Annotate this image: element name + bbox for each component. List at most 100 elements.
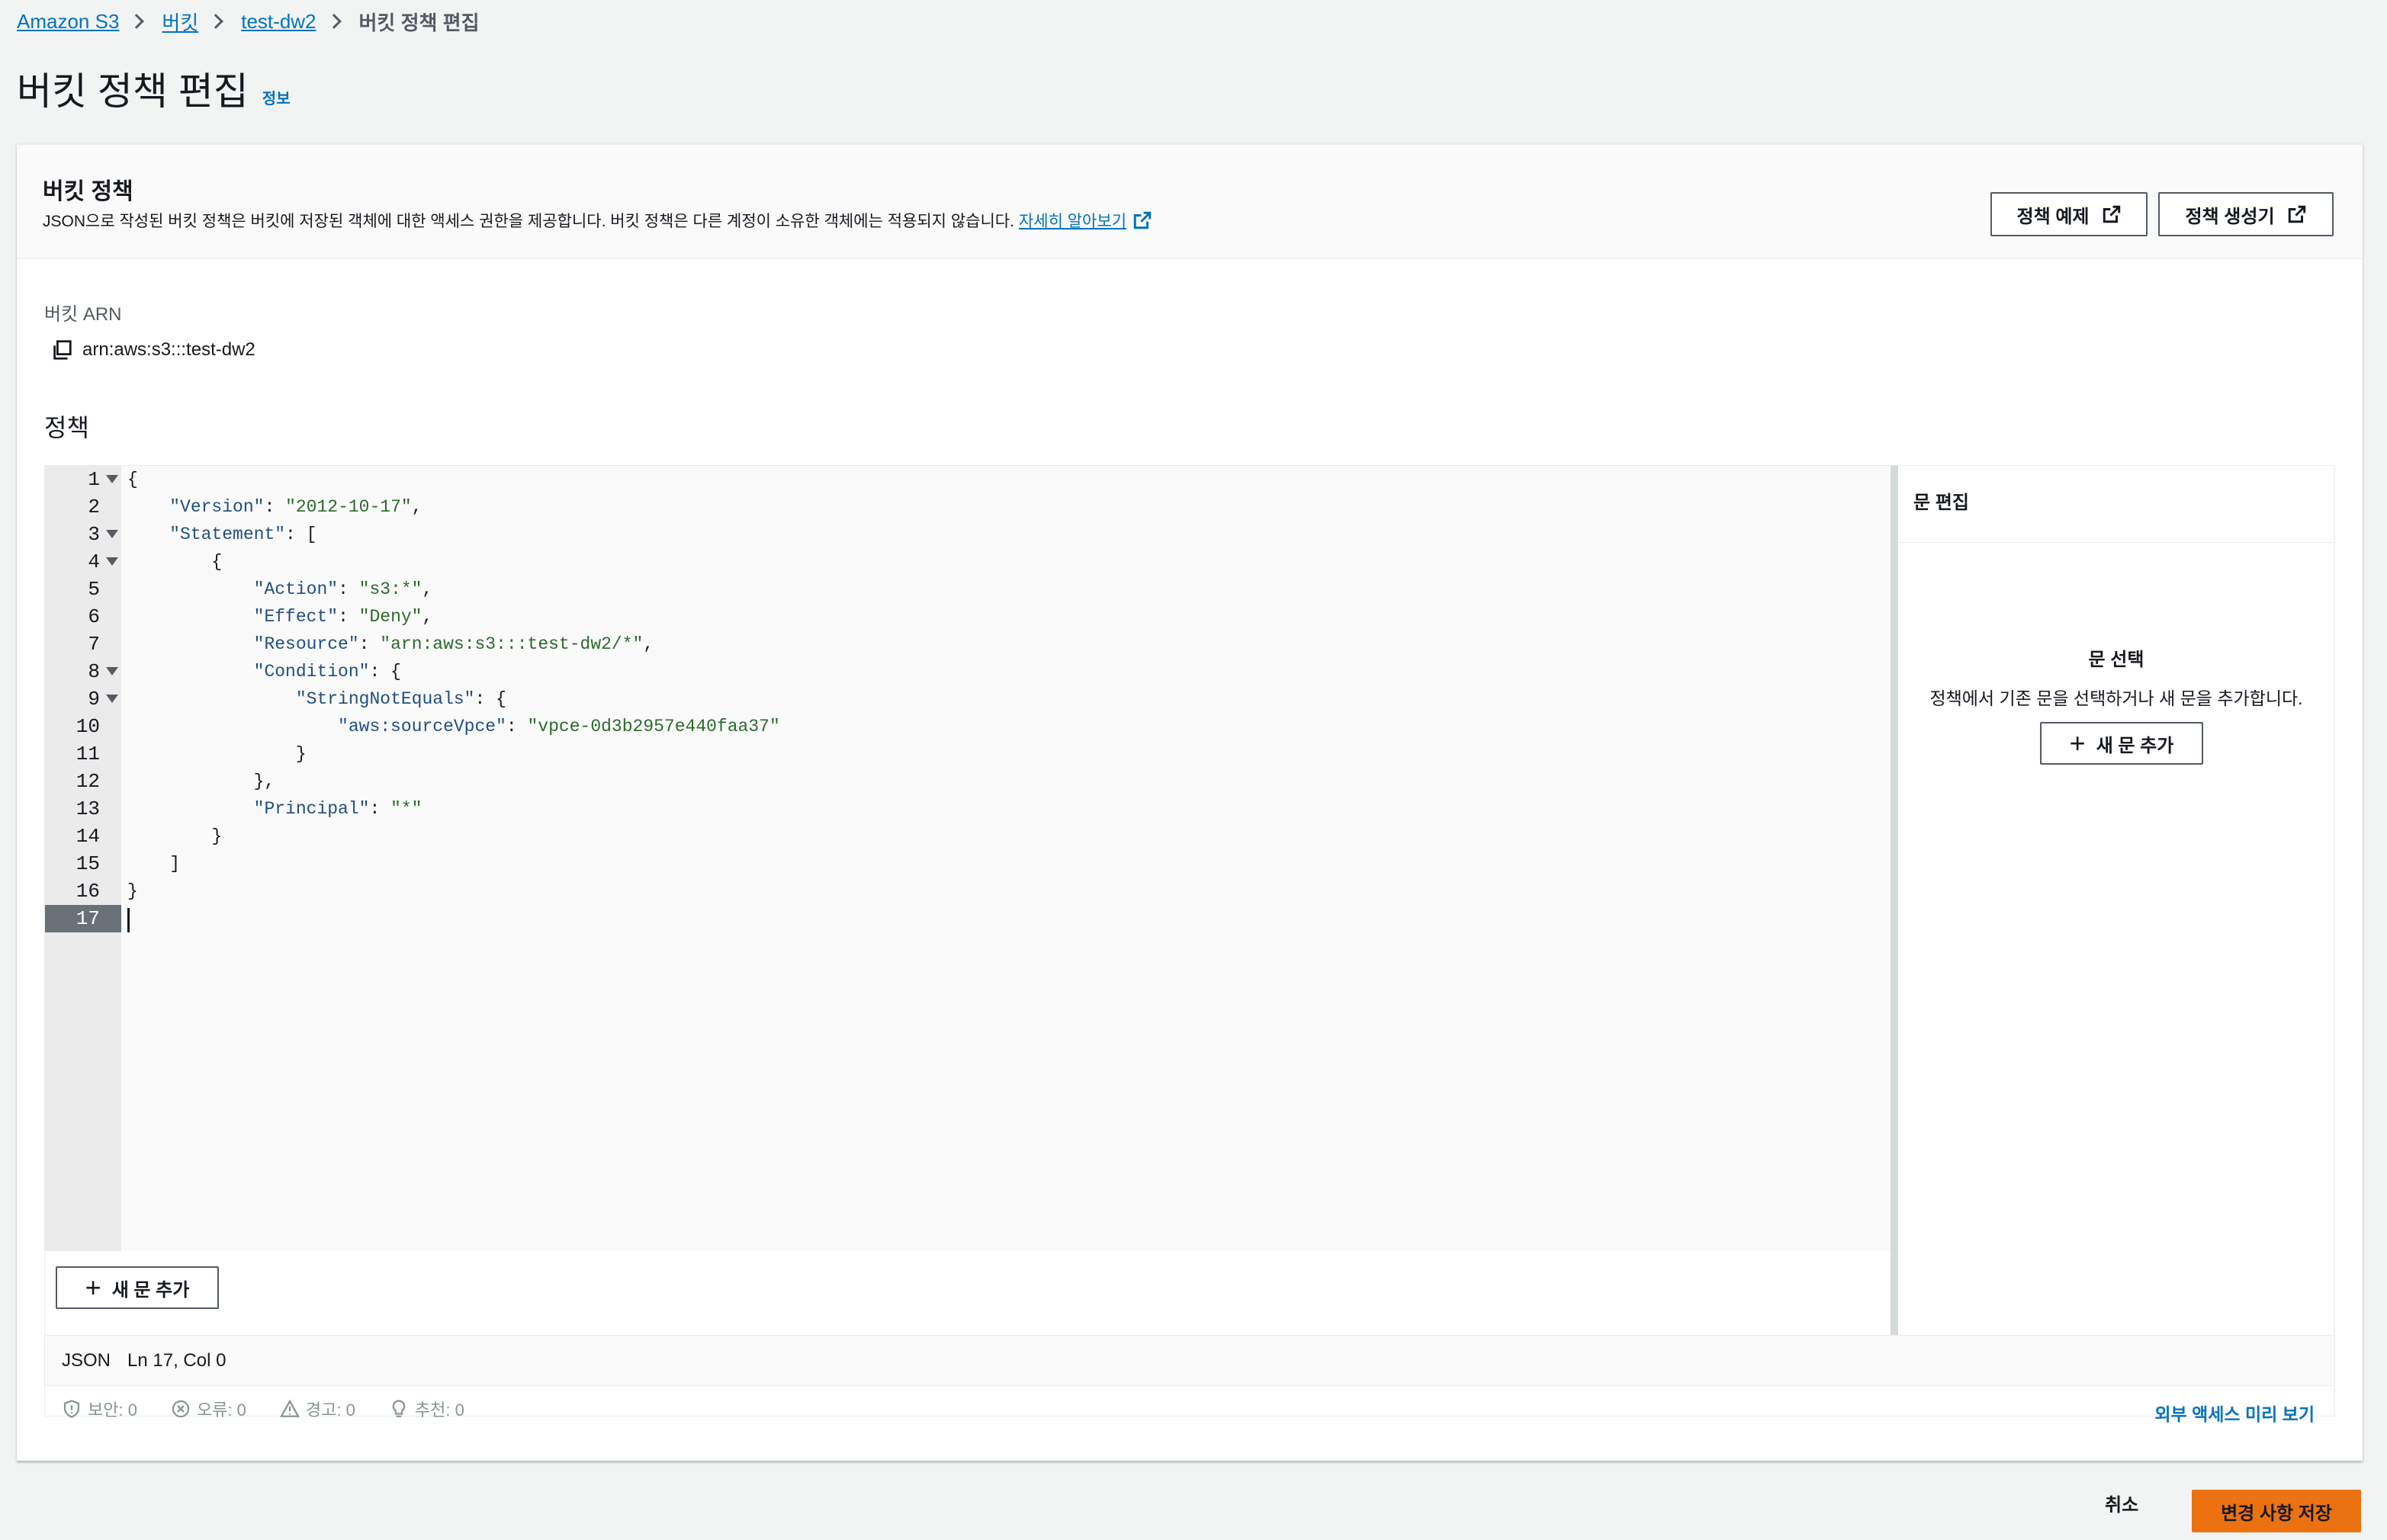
chevron-right-icon (208, 14, 224, 29)
statement-edit-panel: 문 편집 문 선택 정책에서 기존 문을 선택하거나 새 문을 추가합니다. +… (1898, 466, 2334, 1335)
side-add-statement-button[interactable]: + 새 문 추가 (2040, 722, 2203, 765)
source-vpce-value: "vpce-0d3b2957e440faa37" (527, 717, 780, 736)
line-number-1: 1 (45, 466, 121, 493)
line-number-9: 9 (45, 685, 121, 713)
code-line-10: "aws:sourceVpce": "vpce-0d3b2957e440faa3… (338, 717, 780, 736)
code-line-12: }, (127, 772, 275, 791)
side-add-statement-label: 새 문 추가 (2096, 735, 2174, 756)
line-number-13: 13 (75, 797, 100, 820)
line-number-4: 4 (45, 548, 121, 576)
breadcrumb-current: 버킷 정책 편집 (358, 11, 480, 34)
external-access-preview-link[interactable]: 외부 액세스 미리 보기 (2154, 1400, 2315, 1426)
lint-suggestions-text: 추천: 0 (414, 1400, 464, 1420)
fold-toggle-icon[interactable] (106, 475, 118, 483)
line-number-12: 12 (75, 770, 100, 793)
line-number-7: 7 (88, 633, 100, 656)
version-value: "2012-10-17" (285, 497, 412, 517)
action-value: "s3:*" (358, 579, 422, 599)
info-link[interactable]: 정보 (262, 86, 291, 108)
divider (1898, 542, 2334, 543)
shield-icon (63, 1399, 80, 1418)
code-line-14: } (127, 826, 223, 846)
resource-value: "arn:aws:s3:::test-dw2/*" (380, 634, 644, 654)
error-icon (172, 1400, 190, 1417)
cancel-button[interactable]: 취소 (2105, 1490, 2138, 1516)
breadcrumb-link-bucket[interactable]: test-dw2 (241, 10, 316, 34)
line-number-17: 17 (45, 905, 121, 932)
plus-icon: + (2069, 727, 2086, 759)
warning-icon (279, 1399, 300, 1417)
side-panel-title: 문 편집 (1913, 492, 1969, 513)
lint-warnings-text: 경고: 0 (305, 1400, 355, 1420)
policy-generator-label: 정책 생성기 (2185, 206, 2275, 227)
policy-generator-button[interactable]: 정책 생성기 (2158, 192, 2334, 236)
page-title: 버킷 정책 편집 (17, 70, 249, 113)
learn-more-link[interactable]: 자세히 알아보기 (1019, 209, 1126, 232)
code-line-1: { (127, 470, 138, 489)
policy-label: 정책 (44, 414, 89, 441)
card-title: 버킷 정책 (43, 179, 133, 204)
line-number-14: 14 (75, 825, 100, 848)
lint-suggestions[interactable]: 추천: 0 (389, 1397, 464, 1421)
line-number-11: 11 (75, 743, 100, 765)
description-text: JSON으로 작성된 버킷 정책은 버킷에 저장된 객체에 대한 액세스 권한을… (43, 213, 1014, 230)
save-changes-label: 변경 사항 저장 (2221, 1503, 2332, 1524)
code-line-3: "Statement": [ (169, 525, 317, 544)
line-number-15: 15 (75, 852, 100, 875)
editor-status-bar: JSON Ln 17, Col 0 (45, 1335, 2334, 1385)
lint-errors-text: 오류: 0 (196, 1400, 246, 1420)
line-number-6: 6 (88, 605, 100, 628)
chevron-right-icon (129, 14, 145, 29)
breadcrumb-link-buckets[interactable]: 버킷 (162, 8, 198, 36)
fold-toggle-icon[interactable] (106, 557, 118, 566)
line-number-16: 16 (75, 880, 100, 903)
external-link-icon (1133, 211, 1152, 229)
plus-icon: + (85, 1272, 101, 1303)
lint-security[interactable]: 보안: 0 (62, 1397, 137, 1421)
side-panel-heading: 문 선택 (2088, 650, 2144, 670)
code-line-13: "Principal": "*" (253, 799, 422, 819)
code-line-5: "Action": "s3:*", (253, 579, 433, 599)
code-line-7: "Resource": "arn:aws:s3:::test-dw2/*", (253, 634, 654, 654)
code-line-6: "Effect": "Deny", (253, 607, 433, 627)
cursor-position: Ln 17, Col 0 (127, 1349, 226, 1371)
copy-icon[interactable] (50, 338, 73, 361)
lint-errors[interactable]: 오류: 0 (171, 1397, 246, 1421)
line-number-5: 5 (88, 578, 100, 601)
breadcrumb: Amazon S3 버킷 test-dw2 버킷 정책 편집 (17, 6, 479, 37)
editor-mode: JSON (62, 1349, 111, 1371)
side-panel-message: 정책에서 기존 문을 선택하거나 새 문을 추가합니다. (1929, 688, 2303, 708)
code-line-4: { (127, 552, 223, 572)
lightbulb-icon (392, 1399, 406, 1417)
bucket-arn-label: 버킷 ARN (44, 304, 122, 325)
lint-bar: 보안: 0 오류: 0 경고: 0 추천: 0 외부 액세스 미리 보기 (45, 1385, 2334, 1431)
lint-warnings[interactable]: 경고: 0 (279, 1397, 355, 1421)
save-changes-button[interactable]: 변경 사항 저장 (2192, 1490, 2361, 1532)
code-line-2: "Version": "2012-10-17", (169, 497, 422, 517)
code-line-8: "Condition": { (253, 662, 401, 682)
code-line-9: "StringNotEquals": { (295, 689, 506, 709)
code-line-11: } (127, 744, 307, 764)
external-link-icon (2288, 205, 2305, 223)
policy-editor: 1 2 3 4 5 6 7 8 9 10 11 12 13 14 15 16 17 { "Version": "… (44, 465, 2335, 1424)
policy-examples-button[interactable]: 정책 예제 (1990, 192, 2148, 236)
add-statement-button[interactable]: + 새 문 추가 (56, 1266, 219, 1309)
bucket-arn-value: arn:aws:s3:::test-dw2 (50, 338, 255, 361)
lint-security-text: 보안: 0 (88, 1400, 137, 1420)
line-number-8: 8 (45, 658, 121, 685)
add-statement-label: 새 문 추가 (111, 1279, 190, 1301)
line-number-3: 3 (45, 521, 121, 548)
fold-toggle-icon[interactable] (106, 695, 118, 703)
external-link-icon (2103, 205, 2120, 223)
panel-resize-handle[interactable] (1891, 466, 1898, 1335)
fold-toggle-icon[interactable] (106, 667, 118, 675)
line-number-10: 10 (75, 715, 100, 738)
card-description: JSON으로 작성된 버킷 정책은 버킷에 저장된 객체에 대한 액세스 권한을… (43, 209, 1152, 232)
policy-examples-label: 정책 예제 (2016, 206, 2090, 227)
breadcrumb-link-amazon-s3[interactable]: Amazon S3 (17, 10, 119, 34)
code-line-16: } (127, 881, 138, 901)
principal-value: "*" (390, 799, 422, 819)
effect-value: "Deny" (358, 607, 422, 627)
fold-toggle-icon[interactable] (106, 530, 118, 538)
bucket-arn-text: arn:aws:s3:::test-dw2 (82, 339, 255, 360)
